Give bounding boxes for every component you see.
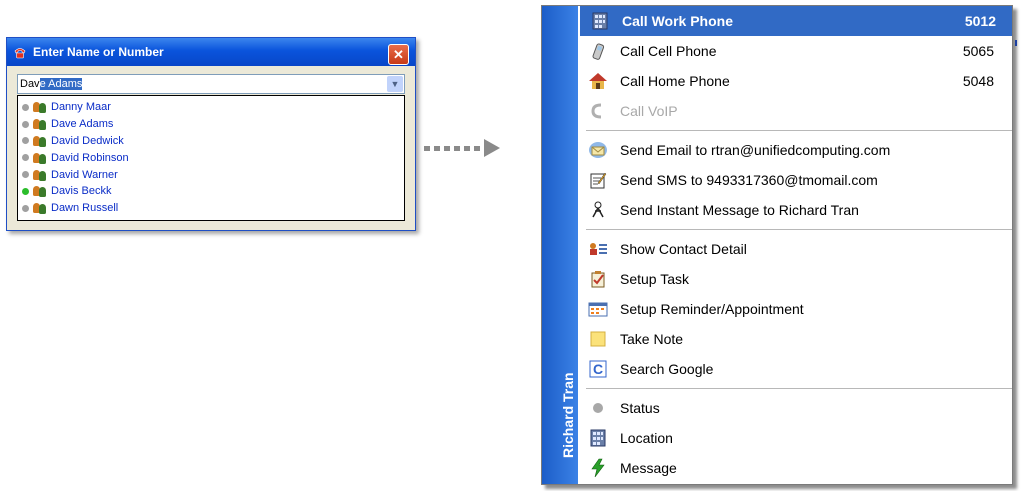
menu-item-label: Send Email to rtran@unifiedcomputing.com (620, 142, 891, 158)
status-dot-icon (22, 171, 29, 179)
setup-task-item[interactable]: Setup Task (578, 264, 1012, 294)
email-icon (588, 140, 608, 160)
list-item[interactable]: David Dedwick (18, 133, 404, 150)
contact-name: Davis Beckk (51, 185, 112, 198)
list-item[interactable]: David Warner (18, 166, 404, 183)
people-icon (33, 101, 49, 114)
message-item[interactable]: Message (578, 453, 1012, 483)
menu-item-label: Call Work Phone (622, 13, 733, 29)
setup-reminder-item[interactable]: Setup Reminder/Appointment (578, 294, 1012, 324)
extension-number: 5012 (964, 13, 996, 29)
call-work-phone-item[interactable]: Call Work Phone 5012 (580, 6, 1012, 36)
people-icon (33, 118, 49, 131)
phone-icon (14, 48, 26, 59)
contact-name: David Robinson (51, 151, 129, 164)
close-button[interactable]: ✕ (388, 44, 409, 65)
take-note-item[interactable]: Take Note (578, 324, 1012, 354)
call-home-phone-item[interactable]: Call Home Phone 5048 (578, 66, 1012, 96)
menu-item-label: Message (620, 460, 677, 476)
autocomplete-selection: e Adams (39, 78, 83, 90)
enter-name-dialog: Enter Name or Number ✕ Dave Adams ▼ Dann… (6, 37, 416, 231)
menu-item-label: Show Contact Detail (620, 241, 747, 257)
sms-icon (588, 170, 608, 190)
list-item[interactable]: David Robinson (18, 149, 404, 166)
contact-name: Dave Adams (51, 118, 114, 131)
status-dot-icon (22, 137, 29, 145)
menu-separator (586, 388, 1012, 389)
menu-item-label: Call Cell Phone (620, 43, 717, 59)
contact-context-menu: Richard Tran Call Work Phone 5012 Call C… (541, 5, 1013, 485)
google-icon: C (588, 359, 608, 379)
menu-item-label: Location (620, 430, 673, 446)
menu-item-label: Setup Reminder/Appointment (620, 301, 804, 317)
name-number-combobox[interactable]: Dave Adams ▼ (17, 74, 405, 94)
contact-name: David Dedwick (51, 134, 124, 147)
list-item[interactable]: Davis Beckk (18, 183, 404, 200)
menu-item-label: Send Instant Message to Richard Tran (620, 202, 859, 218)
dropdown-arrow-button[interactable]: ▼ (387, 76, 403, 92)
menu-item-label: Take Note (620, 331, 684, 347)
list-item[interactable]: Dave Adams (18, 116, 404, 133)
task-icon (588, 269, 608, 289)
send-instant-message-item[interactable]: Send Instant Message to Richard Tran (578, 195, 1012, 225)
dialog-titlebar: Enter Name or Number (7, 38, 415, 66)
list-item[interactable]: Dawn Russell (18, 200, 404, 217)
call-cell-phone-item[interactable]: Call Cell Phone 5065 (578, 36, 1012, 66)
people-icon (33, 152, 49, 164)
dotted-arrow (424, 139, 504, 157)
background-window-edge (1015, 40, 1017, 46)
people-icon (33, 185, 49, 198)
house-icon (588, 71, 608, 91)
cellphone-icon (588, 41, 608, 61)
contact-name: David Warner (51, 168, 118, 181)
people-icon (33, 169, 49, 181)
status-dot-icon (22, 187, 29, 195)
search-google-item[interactable]: C Search Google (578, 354, 1012, 384)
menu-item-label: Setup Task (620, 271, 690, 287)
menu-separator (586, 229, 1012, 230)
contact-name-banner: Richard Tran (560, 372, 576, 458)
people-icon (33, 202, 49, 215)
dialog-title: Enter Name or Number (33, 45, 164, 59)
contacts-dropdown-list: Danny Maar Dave Adams David Dedwick Davi… (17, 95, 405, 221)
note-icon (588, 329, 608, 349)
send-sms-item[interactable]: Send SMS to 9493317360@tmomail.com (578, 165, 1012, 195)
status-dot-icon (22, 204, 29, 212)
extension-number: 5065 (962, 43, 994, 59)
status-dot-icon (22, 103, 29, 111)
menu-side-banner: Richard Tran (542, 6, 578, 484)
send-email-item[interactable]: Send Email to rtran@unifiedcomputing.com (578, 135, 1012, 165)
calendar-icon (588, 299, 608, 319)
building-icon (588, 428, 608, 448)
people-icon (33, 135, 49, 147)
show-contact-detail-item[interactable]: Show Contact Detail (578, 234, 1012, 264)
typed-text: Dav (20, 78, 40, 90)
contact-name: Dawn Russell (51, 202, 119, 215)
location-item[interactable]: Location (578, 423, 1012, 453)
status-dot-icon (22, 154, 29, 162)
call-voip-item[interactable]: Call VoIP (578, 96, 1012, 126)
svg-text:C: C (593, 361, 603, 377)
contact-card-icon (588, 239, 608, 259)
status-item[interactable]: Status (578, 393, 1012, 423)
building-icon (590, 11, 610, 31)
menu-separator (586, 130, 1012, 131)
menu-item-label: Call Home Phone (620, 73, 730, 89)
menu-item-label: Call VoIP (620, 103, 678, 119)
status-dot-icon (22, 120, 29, 128)
voip-icon (588, 101, 608, 121)
menu-item-label: Search Google (620, 361, 714, 377)
extension-number: 5048 (962, 73, 994, 89)
menu-item-label: Send SMS to 9493317360@tmomail.com (620, 172, 878, 188)
lightning-icon (588, 458, 608, 478)
contact-name: Danny Maar (51, 101, 111, 114)
instant-message-icon (588, 200, 608, 220)
menu-item-label: Status (620, 400, 660, 416)
list-item[interactable]: Danny Maar (18, 99, 404, 116)
status-dot-icon (588, 398, 608, 418)
